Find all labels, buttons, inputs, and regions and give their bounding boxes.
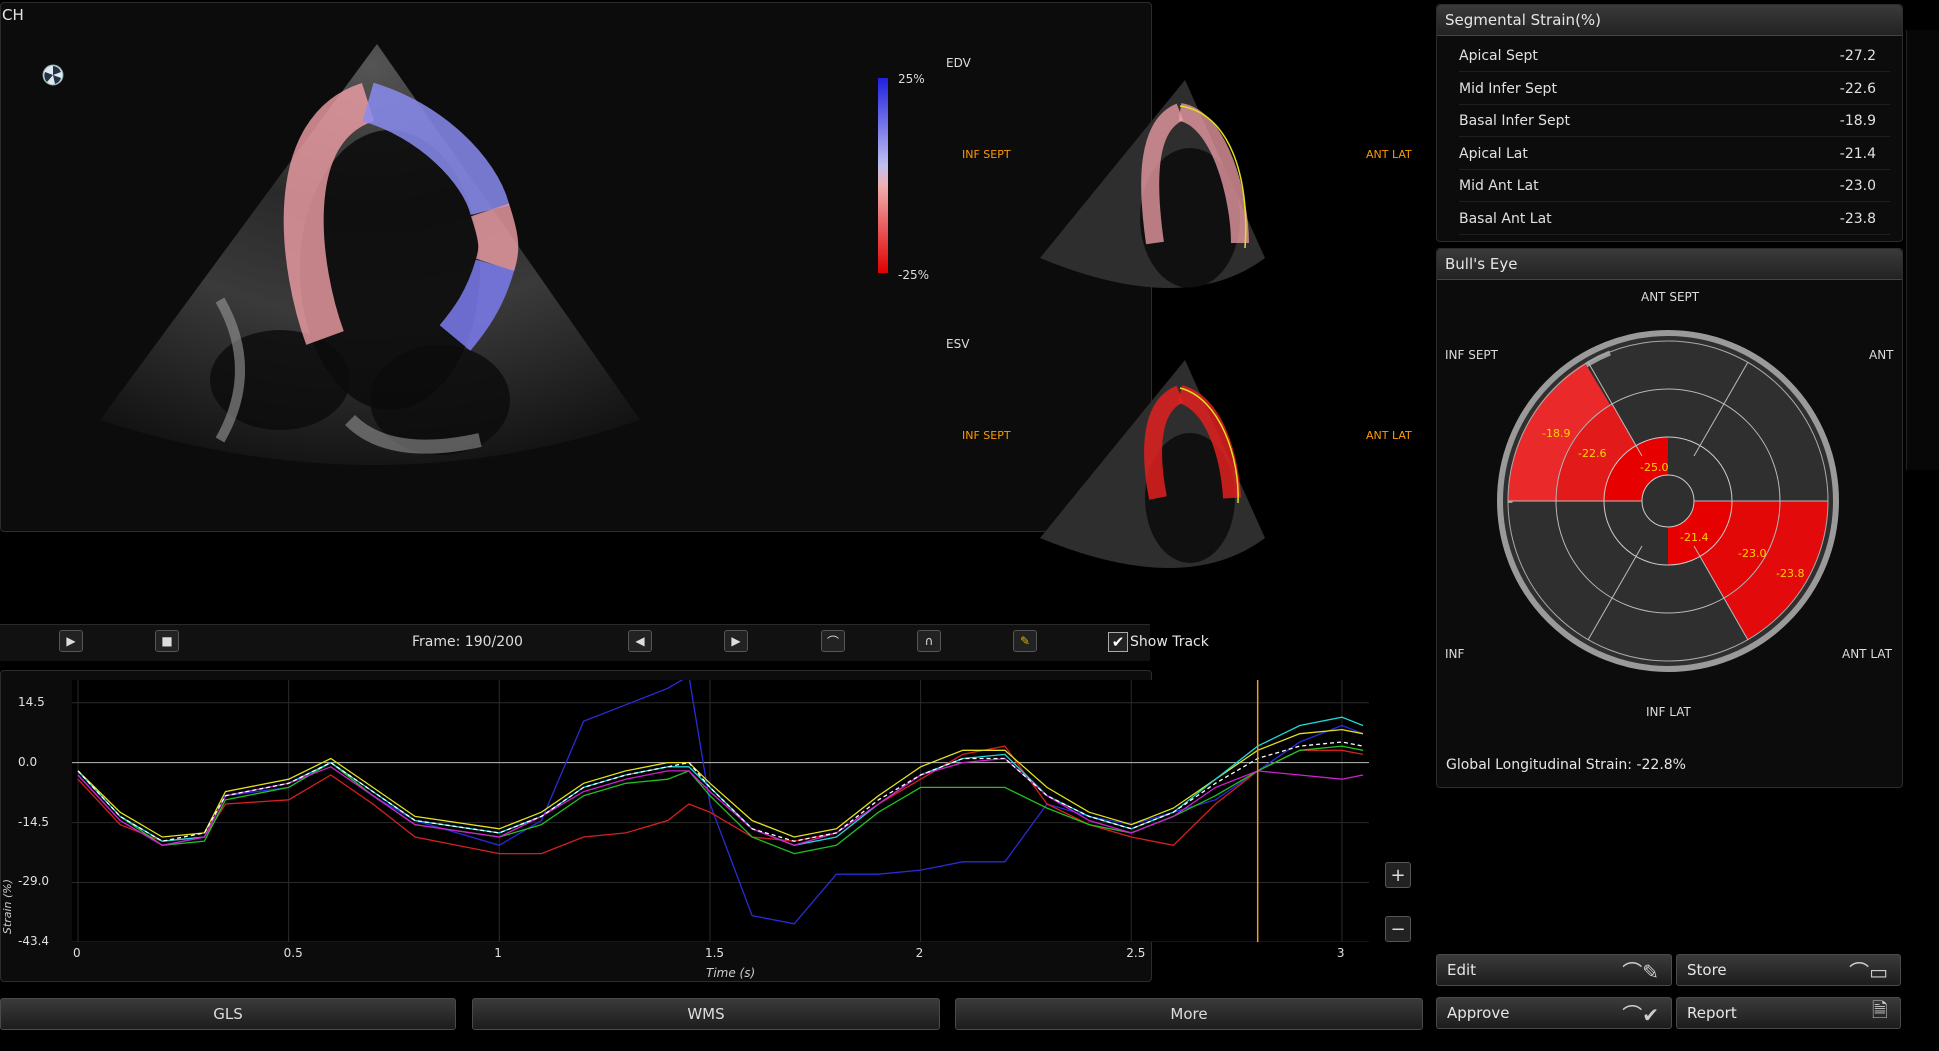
wms-button[interactable]: WMS: [472, 998, 940, 1030]
esv-label: ESV: [946, 337, 970, 351]
x-tick-label: 1: [494, 946, 502, 960]
segmental-strain-title: Segmental Strain(%): [1437, 5, 1902, 36]
chart-ylabel: Strain (%): [1, 878, 15, 935]
segment-value: -23.0: [1839, 178, 1876, 194]
bulls-eye-title: Bull's Eye: [1437, 249, 1902, 280]
approve-button[interactable]: Approve ⌒✔: [1436, 997, 1672, 1029]
be-value-basal-inf-sept: -18.9: [1542, 427, 1570, 440]
approve-icon: ⌒✔: [1622, 1002, 1659, 1027]
report-icon: 🗎: [1871, 998, 1888, 1022]
segment-row: Apical Lat -21.4: [1459, 139, 1890, 170]
x-tick-label: 2: [915, 946, 924, 960]
y-tick-label: -14.5: [18, 814, 50, 829]
pen-tool-icon[interactable]: ✎: [1013, 630, 1037, 652]
segment-value: -18.9: [1839, 113, 1876, 129]
stop-button[interactable]: ■: [155, 630, 179, 652]
x-tick-label: 0: [73, 946, 81, 960]
store-icon: ⌒▭: [1849, 959, 1888, 984]
esv-inf-sept-label: INF SEPT: [962, 429, 1011, 442]
segment-name: Basal Infer Sept: [1459, 113, 1571, 129]
echo-sector-esv: [1040, 360, 1265, 568]
edit-label: Edit: [1447, 961, 1477, 979]
prev-frame-button[interactable]: ◀: [628, 630, 652, 652]
bulls-eye-chart: -18.9 -22.6 -25.0 -21.4 -23.0 -23.8: [1497, 330, 1839, 672]
segment-row: Basal Infer Sept -18.9: [1459, 106, 1890, 137]
x-tick-label: 1.5: [704, 946, 725, 960]
colorbar-max-label: 25%: [898, 72, 925, 86]
echo-sector-main: [100, 44, 640, 465]
strain-chart: [72, 680, 1369, 942]
y-tick-label: -43.4: [18, 934, 50, 948]
frame-counter: Frame: 190/200: [412, 634, 523, 650]
report-button[interactable]: Report 🗎: [1676, 997, 1901, 1029]
next-frame-button[interactable]: ▶: [724, 630, 748, 652]
zoom-in-button[interactable]: +: [1385, 862, 1411, 888]
more-button[interactable]: More: [955, 998, 1423, 1030]
segment-name: Apical Sept: [1459, 48, 1538, 64]
edv-inf-sept-label: INF SEPT: [962, 148, 1011, 161]
edit-button[interactable]: Edit ⌒✎: [1436, 954, 1672, 986]
roi-tool-icon[interactable]: ∩: [917, 630, 941, 652]
rotate-icon[interactable]: [42, 64, 64, 90]
report-label: Report: [1687, 1004, 1737, 1022]
strain-series-line-0: [77, 680, 1364, 925]
be-value-apical-sept: -25.0: [1640, 461, 1668, 474]
show-track-label: Show Track: [1130, 634, 1209, 650]
colorbar-min-label: -25%: [898, 268, 930, 282]
be-label-inf: INF: [1445, 647, 1465, 661]
segment-value: -21.4: [1839, 145, 1876, 162]
side-thumbnail-strip: [1906, 30, 1939, 470]
be-label-inf-lat: INF LAT: [1646, 705, 1691, 719]
show-track-checkbox[interactable]: ✔: [1108, 632, 1128, 652]
echo-sector-edv: [1040, 80, 1265, 288]
x-tick-label: 3: [1336, 946, 1345, 960]
edv-ant-lat-label: ANT LAT: [1366, 148, 1412, 161]
be-value-mid-inf-sept: -22.6: [1578, 447, 1606, 460]
y-tick-label: 14.5: [18, 694, 45, 709]
x-tick-label: 0.5: [283, 946, 303, 960]
be-label-ant-lat: ANT LAT: [1842, 647, 1892, 661]
segment-row: Mid Ant Lat -23.0: [1459, 171, 1890, 202]
global-longitudinal-strain: Global Longitudinal Strain: -22.8%: [1446, 757, 1686, 773]
esv-ant-lat-label: ANT LAT: [1366, 429, 1412, 442]
store-button[interactable]: Store ⌒▭: [1676, 954, 1901, 986]
segment-name: Basal Ant Lat: [1459, 210, 1552, 227]
be-value-basal-ant-lat: -23.8: [1776, 567, 1804, 580]
segment-row: Basal Ant Lat -23.8: [1459, 204, 1890, 235]
segment-name: Mid Infer Sept: [1459, 80, 1557, 97]
y-tick-label: -29.0: [18, 874, 50, 889]
segment-value: -23.8: [1839, 210, 1876, 227]
y-tick-label: 0.0: [18, 754, 38, 769]
segment-value: -22.6: [1839, 80, 1876, 97]
approve-label: Approve: [1447, 1004, 1510, 1022]
be-value-apical-lat: -21.4: [1680, 531, 1708, 544]
chart-xlabel: Time (s): [706, 966, 756, 980]
edv-label: EDV: [946, 56, 971, 70]
segment-name: Mid Ant Lat: [1459, 178, 1539, 194]
strain-colorbar: [878, 78, 888, 273]
strain-series-line-6: [77, 741, 1364, 842]
strain-series-line-4: [77, 716, 1364, 846]
gls-button[interactable]: GLS: [0, 998, 456, 1030]
segmental-strain-panel: Segmental Strain(%) Apical Sept -27.2 Mid …: [1436, 4, 1903, 242]
store-label: Store: [1687, 961, 1727, 979]
segment-value: -27.2: [1839, 48, 1876, 64]
zoom-out-button[interactable]: −: [1385, 916, 1411, 942]
play-button[interactable]: ▶: [59, 630, 83, 652]
trace-tool-icon[interactable]: ⌒: [821, 630, 845, 652]
segment-row: Apical Sept -27.2: [1459, 41, 1890, 72]
be-label-ant-sept: ANT SEPT: [1641, 290, 1700, 304]
edit-icon: ⌒✎: [1622, 959, 1659, 984]
strain-series-line-3: [77, 728, 1364, 838]
x-tick-label: 2.5: [1126, 946, 1146, 960]
segment-name: Apical Lat: [1459, 145, 1528, 162]
segment-row: Mid Infer Sept -22.6: [1459, 74, 1890, 105]
be-value-mid-ant-lat: -23.0: [1738, 547, 1766, 560]
view-title: CH: [2, 6, 24, 24]
be-label-ant: ANT: [1869, 348, 1894, 362]
